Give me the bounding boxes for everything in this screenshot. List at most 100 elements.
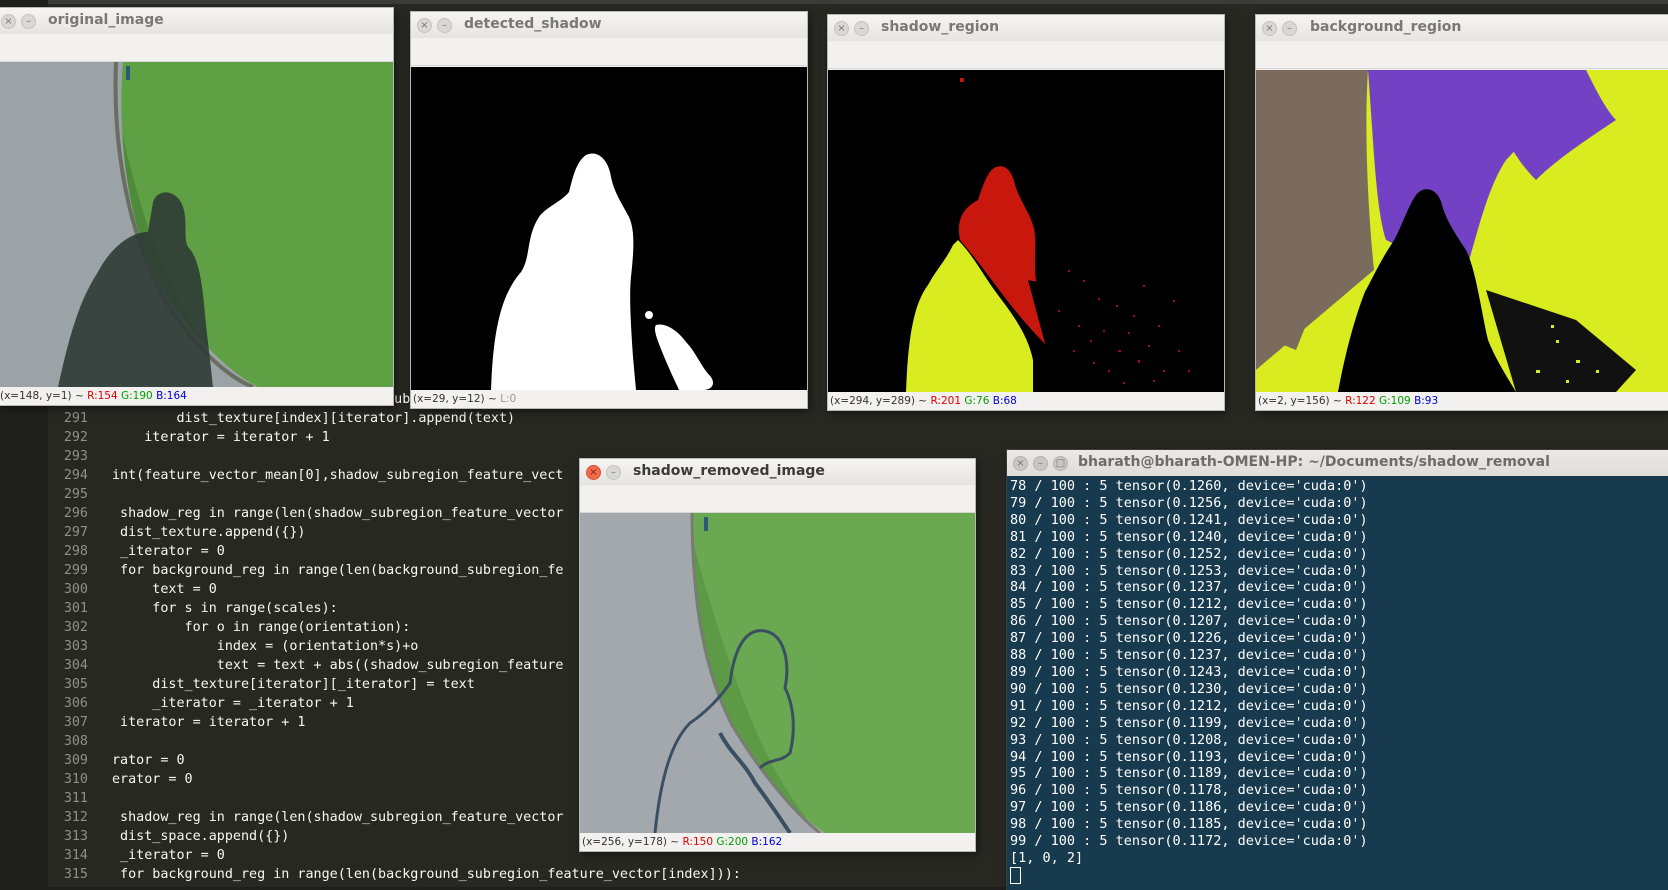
window-toolbar [828,41,1224,69]
shadow-removed-image [580,513,975,833]
minimize-icon[interactable]: – [21,14,36,29]
code-text: index = (orientation*s)+o [112,639,419,654]
code-text: for background_reg in range(len(backgrou… [112,867,741,882]
minimize-icon[interactable]: – [606,465,621,480]
cursor-position: (x=256, y=178) ~ [582,836,683,848]
window-title: shadow_removed_image [633,463,825,479]
window-toolbar [1256,41,1668,69]
terminal-output[interactable]: 78 / 100 : 5 tensor(0.1260, device='cuda… [1007,476,1668,890]
shadow-region-window[interactable]: × – shadow_region (x=294, y=289) ~ R:201… [828,15,1224,410]
line-number: 297 [63,525,88,540]
background-region-image [1256,70,1668,392]
terminal-line: 85 / 100 : 5 tensor(0.1212, device='cuda… [1010,596,1368,613]
editor-top-edge [0,0,1668,4]
line-number: 293 [63,449,88,464]
line-number: 292 [63,430,88,445]
minimize-icon[interactable]: – [1282,21,1297,36]
close-icon[interactable]: × [1,14,16,29]
blue-value: B:162 [751,836,783,848]
original-image-photo [0,62,393,387]
line-number: 291 [63,411,88,426]
terminal-line: 97 / 100 : 5 tensor(0.1186, device='cuda… [1010,799,1368,816]
terminal-line: [1, 0, 2] [1010,849,1084,866]
red-value: R:150 [682,836,714,848]
background-region-window[interactable]: × – background_region (x=2, y=156) ~ R:1… [1256,15,1668,410]
window-titlebar[interactable]: × – background_region [1256,15,1668,42]
line-number: 295 [63,487,88,502]
shadow-region-image [828,70,1224,392]
terminal-line: 80 / 100 : 5 tensor(0.1241, device='cuda… [1010,511,1368,528]
code-text: for s in range(scales): [112,601,338,616]
close-icon[interactable]: × [417,18,432,33]
line-number: 313 [63,829,88,844]
line-number: 309 [63,753,88,768]
line-number: 308 [63,734,88,749]
line-number: 312 [63,810,88,825]
maximize-icon[interactable]: □ [1053,456,1068,471]
minimize-icon[interactable]: – [437,18,452,33]
terminal-line: 78 / 100 : 5 tensor(0.1260, device='cuda… [1010,478,1368,494]
terminal-line: 94 / 100 : 5 tensor(0.1193, device='cuda… [1010,748,1368,765]
terminal-line: 86 / 100 : 5 tensor(0.1207, device='cuda… [1010,613,1368,630]
green-value: G:200 [716,836,749,848]
code-text: dist_texture.append({}) [112,525,306,540]
window-title: background_region [1310,19,1462,35]
terminal-line: 82 / 100 : 5 tensor(0.1252, device='cuda… [1010,545,1368,562]
window-toolbar [580,485,975,513]
terminal-line: 88 / 100 : 5 tensor(0.1237, device='cuda… [1010,647,1368,664]
window-titlebar[interactable]: × – detected_shadow [411,12,807,39]
code-text: for o in range(orientation): [112,620,411,635]
shadow-region-map [828,70,1224,392]
window-title: bharath@bharath-OMEN-HP: ~/Documents/sha… [1078,454,1550,470]
original-image [0,62,393,387]
close-icon[interactable]: × [1262,21,1277,36]
luminance-value: L:0 [500,393,517,405]
blue-value: B:164 [156,390,187,402]
window-title: detected_shadow [464,16,602,32]
close-icon[interactable]: × [586,465,601,480]
line-number: 310 [63,772,88,787]
cursor-position: (x=294, y=289) ~ [830,395,931,407]
close-icon[interactable]: × [834,21,849,36]
code-text: text = text + abs((shadow_subregion_feat… [112,658,564,673]
line-number: 298 [63,544,88,559]
detected-shadow-window[interactable]: × – detected_shadow (x=29, y=12) ~ L:0 [411,12,807,408]
code-text: text = 0 [112,582,217,597]
close-icon[interactable]: × [1013,456,1028,471]
line-number: 301 [63,601,88,616]
original-image-window[interactable]: × – original_image (x=148, y=1) ~ R:154 … [0,8,393,405]
terminal-line: 89 / 100 : 5 tensor(0.1243, device='cuda… [1010,663,1368,680]
red-value: R:201 [930,395,962,407]
blue-value: B:93 [1414,395,1439,407]
terminal-line: 87 / 100 : 5 tensor(0.1226, device='cuda… [1010,630,1368,647]
line-number: 294 [63,468,88,483]
line-number: 315 [63,867,88,882]
pixel-readout: (x=294, y=289) ~ R:201 G:76 B:68 [828,392,1224,410]
terminal-line: 81 / 100 : 5 tensor(0.1240, device='cuda… [1010,528,1368,545]
window-titlebar[interactable]: × – shadow_region [828,15,1224,42]
terminal-window[interactable]: × – □ bharath@bharath-OMEN-HP: ~/Documen… [1007,450,1668,890]
window-title: shadow_region [881,19,1000,35]
window-toolbar [0,34,393,62]
terminal-line: 79 / 100 : 5 tensor(0.1256, device='cuda… [1010,494,1368,511]
window-titlebar[interactable]: × – original_image [0,8,393,35]
shadow-removed-window[interactable]: × – shadow_removed_image (x=256, y=178) … [580,459,975,851]
terminal-line: 84 / 100 : 5 tensor(0.1237, device='cuda… [1010,579,1368,596]
code-text: dist_space.append({}) [112,829,290,844]
code-text: erator = 0 [112,772,193,787]
window-titlebar[interactable]: × – □ bharath@bharath-OMEN-HP: ~/Documen… [1007,450,1668,477]
detected-shadow-mask [411,67,807,390]
minimize-icon[interactable]: – [1033,456,1048,471]
red-value: R:154 [87,390,118,402]
minimize-icon[interactable]: – [854,21,869,36]
terminal-line: 83 / 100 : 5 tensor(0.1253, device='cuda… [1010,562,1368,579]
terminal-cursor [1010,866,1021,884]
terminal-line: 98 / 100 : 5 tensor(0.1185, device='cuda… [1010,816,1368,833]
line-number: 307 [63,715,88,730]
cursor-position: (x=148, y=1) ~ [0,390,88,402]
code-text: _iterator = 0 [112,544,225,559]
line-number: 306 [63,696,88,711]
pixel-readout: (x=256, y=178) ~ R:150 G:200 B:162 [580,833,975,851]
line-number: 305 [63,677,88,692]
window-titlebar[interactable]: × – shadow_removed_image [580,459,975,486]
